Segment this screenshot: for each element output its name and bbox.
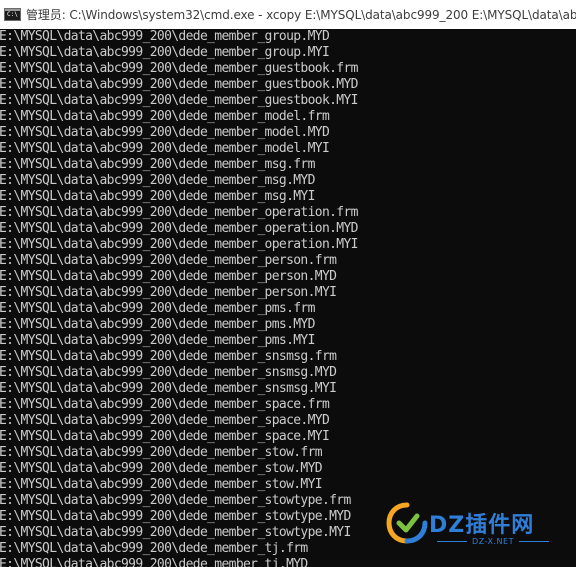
- console-line: E:\MYSQL\data\abc999_200\dede_member_pms…: [0, 333, 315, 348]
- dz-watermark: DZ插件网 DZ-X.NET: [383, 499, 563, 553]
- console-line: E:\MYSQL\data\abc999_200\dede_member_mod…: [0, 125, 330, 140]
- console-line: E:\MYSQL\data\abc999_200\dede_member_gro…: [0, 29, 330, 44]
- console-line: E:\MYSQL\data\abc999_200\dede_member_sns…: [0, 349, 337, 364]
- console-line: E:\MYSQL\data\abc999_200\dede_member_per…: [0, 285, 337, 300]
- console-line: E:\MYSQL\data\abc999_200\dede_member_mod…: [0, 109, 330, 124]
- console-line: E:\MYSQL\data\abc999_200\dede_member_gue…: [0, 77, 358, 92]
- cmd-app-icon[interactable]: C:\: [4, 8, 21, 21]
- watermark-brand: DZ插件网: [429, 513, 535, 538]
- console-line: E:\MYSQL\data\abc999_200\dede_member_gro…: [0, 45, 330, 60]
- console-line: E:\MYSQL\data\abc999_200\dede_member_msg…: [0, 173, 315, 188]
- console-line: E:\MYSQL\data\abc999_200\dede_member_msg…: [0, 189, 315, 204]
- console-line: E:\MYSQL\data\abc999_200\dede_member_gue…: [0, 61, 358, 76]
- console-line: E:\MYSQL\data\abc999_200\dede_member_pms…: [0, 317, 315, 332]
- console-line: E:\MYSQL\data\abc999_200\dede_member_pms…: [0, 301, 315, 316]
- console-line: E:\MYSQL\data\abc999_200\dede_member_spa…: [0, 397, 330, 412]
- console-output[interactable]: E:\MYSQL\data\abc999_200\dede_member_gro…: [0, 29, 576, 567]
- title-bar[interactable]: C:\ 管理员: C:\Windows\system32\cmd.exe - x…: [0, 0, 576, 29]
- cmd-window: C:\ 管理员: C:\Windows\system32\cmd.exe - x…: [0, 0, 576, 567]
- console-line: E:\MYSQL\data\abc999_200\dede_member_gue…: [0, 93, 358, 108]
- console-line: E:\MYSQL\data\abc999_200\dede_member_sns…: [0, 381, 337, 396]
- console-line: E:\MYSQL\data\abc999_200\dede_member_tj.…: [0, 557, 308, 567]
- console-line: E:\MYSQL\data\abc999_200\dede_member_ope…: [0, 221, 358, 236]
- console-line: E:\MYSQL\data\abc999_200\dede_member_ope…: [0, 205, 358, 220]
- console-line: E:\MYSQL\data\abc999_200\dede_member_spa…: [0, 429, 330, 444]
- console-line: E:\MYSQL\data\abc999_200\dede_member_per…: [0, 253, 337, 268]
- console-line: E:\MYSQL\data\abc999_200\dede_member_spa…: [0, 413, 330, 428]
- console-line: E:\MYSQL\data\abc999_200\dede_member_mod…: [0, 141, 330, 156]
- console-line: E:\MYSQL\data\abc999_200\dede_member_msg…: [0, 157, 315, 172]
- window-title: 管理员: C:\Windows\system32\cmd.exe - xcopy…: [26, 8, 576, 22]
- console-line: E:\MYSQL\data\abc999_200\dede_member_sns…: [0, 365, 337, 380]
- watermark-domain: DZ-X.NET: [429, 537, 557, 546]
- console-line: E:\MYSQL\data\abc999_200\dede_member_sto…: [0, 477, 323, 492]
- console-line: E:\MYSQL\data\abc999_200\dede_member_per…: [0, 269, 337, 284]
- console-line: E:\MYSQL\data\abc999_200\dede_member_sto…: [0, 445, 323, 460]
- dz-logo-icon: [386, 502, 428, 544]
- cmd-app-icon-label: C:\: [7, 11, 18, 18]
- console-line: E:\MYSQL\data\abc999_200\dede_member_ope…: [0, 237, 358, 252]
- console-line: E:\MYSQL\data\abc999_200\dede_member_sto…: [0, 461, 323, 476]
